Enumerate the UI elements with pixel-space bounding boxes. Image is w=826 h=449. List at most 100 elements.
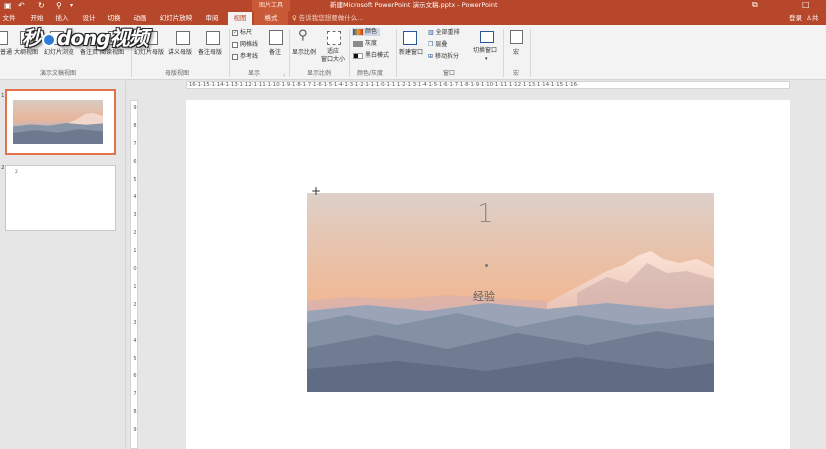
- vertical-ruler[interactable]: 9 8 7 6 5 4 3 2 1 0 1 2 3 4 5 6 7 8 9: [130, 100, 138, 449]
- fit-to-window-label: 窗口大小: [321, 56, 346, 63]
- vertical-ruler-tick: 4: [133, 337, 137, 344]
- notes-master-button[interactable]: 备注母版: [198, 49, 222, 57]
- macros-button[interactable]: 宏: [513, 49, 519, 57]
- move-cursor-icon: +: [311, 184, 322, 198]
- fit-to-window-button[interactable]: 适应: [327, 48, 339, 56]
- master-views-group-label: 母版视图: [165, 70, 190, 77]
- guides-checkbox[interactable]: 参考线: [232, 53, 258, 61]
- vertical-ruler-tick: 7: [133, 140, 137, 147]
- share-label: 共: [811, 14, 819, 22]
- ruler-label: 标尺: [240, 29, 253, 36]
- normal-view-button[interactable]: 普通: [0, 49, 12, 57]
- arrange-all-label: 全部重排: [435, 29, 460, 36]
- normal-view-icon[interactable]: [0, 31, 8, 45]
- arrange-all-button[interactable]: ▥ 全部重排: [428, 29, 460, 37]
- ribbon-display-options-icon[interactable]: ⧉: [752, 0, 758, 10]
- tell-me-box[interactable]: ♀ 告诉我您想要做什么...: [292, 11, 363, 25]
- arrange-all-icon: ▥: [428, 29, 434, 36]
- save-icon[interactable]: ▣: [4, 1, 12, 10]
- gridlines-checkbox[interactable]: 网格线: [232, 41, 258, 49]
- slide-thumbnails-panel[interactable]: 1 2 2: [0, 81, 126, 449]
- bw-swatch-icon: [353, 52, 363, 59]
- bw-label: 黑白模式: [365, 52, 390, 59]
- notes-icon[interactable]: [269, 30, 283, 45]
- dialog-launcher-icon[interactable]: ⌟: [283, 71, 285, 77]
- vertical-ruler-tick: 1: [133, 248, 137, 255]
- magnifier-icon[interactable]: ⚲: [298, 28, 308, 44]
- new-window-button[interactable]: 新建窗口: [399, 49, 423, 57]
- grayscale-label: 灰度: [365, 40, 378, 47]
- slide-body-text[interactable]: 经验: [473, 288, 495, 304]
- watermark-text-left: 秒: [22, 26, 42, 50]
- horizontal-ruler[interactable]: ·16·1·15·1·14·1·13·1·12·1·11·1·10·1·9·1·…: [186, 81, 790, 89]
- slide-canvas[interactable]: 1 经验: [186, 100, 790, 449]
- ribbon-separator: [503, 29, 504, 77]
- document-title: 新建Microsoft PowerPoint 演示文稿.pptx - Power…: [330, 1, 498, 9]
- move-split-label: 移动拆分: [434, 53, 459, 60]
- title-bar: ▣ ↶ ↻ ⚲ ▾ 图片工具 新建Microsoft PowerPoint 演示…: [0, 0, 826, 11]
- sign-in-link[interactable]: 登录: [789, 11, 802, 25]
- switch-windows-icon[interactable]: [480, 31, 494, 43]
- vertical-ruler-tick: 5: [133, 176, 137, 183]
- checkbox-icon: [232, 53, 238, 60]
- color-group-label: 颜色/灰度: [357, 70, 384, 77]
- vertical-ruler-tick: 0: [133, 266, 137, 273]
- watermark-text-right: 视频: [109, 26, 149, 50]
- fit-to-window-icon[interactable]: [327, 31, 341, 45]
- vertical-ruler-tick: 2: [133, 301, 137, 308]
- tab-review[interactable]: 审阅: [201, 11, 223, 25]
- switch-windows-button[interactable]: 切换窗口: [473, 47, 497, 55]
- vertical-ruler-tick: 6: [133, 373, 137, 380]
- black-white-button[interactable]: 黑白模式: [353, 52, 389, 60]
- vertical-ruler-tick: 8: [133, 409, 137, 416]
- vertical-ruler-tick: 6: [133, 158, 137, 165]
- undo-icon[interactable]: ↶: [18, 1, 25, 10]
- tab-slideshow[interactable]: 幻灯片放映: [155, 11, 197, 25]
- presentation-views-group-label: 演示文稿视图: [40, 70, 77, 77]
- zoom-button[interactable]: 显示比例: [292, 49, 316, 57]
- handout-master-icon[interactable]: [176, 31, 190, 45]
- thumbnail-number: 1: [1, 93, 5, 99]
- ribbon-separator: [396, 29, 397, 77]
- vertical-ruler-tick: 4: [133, 194, 137, 201]
- slide-thumbnail-1[interactable]: [5, 89, 116, 155]
- handout-master-button[interactable]: 讲义母版: [168, 49, 192, 57]
- grayscale-button[interactable]: 灰度: [353, 40, 377, 48]
- share-button[interactable]: ♙共: [806, 11, 818, 25]
- vertical-ruler-tick: 8: [133, 122, 137, 129]
- slide-number-text[interactable]: 1: [477, 199, 494, 229]
- checkbox-icon: [232, 41, 238, 48]
- thumbnail-text: 2: [15, 170, 18, 175]
- maximize-icon[interactable]: □: [802, 0, 810, 10]
- guides-label: 参考线: [240, 53, 259, 60]
- ruler-checkbox[interactable]: ✓ 标尺: [232, 29, 252, 37]
- vertical-ruler-tick: 2: [133, 230, 137, 237]
- tab-file[interactable]: 文件: [0, 11, 18, 25]
- macros-icon[interactable]: [510, 30, 523, 44]
- ribbon-separator: [530, 29, 531, 77]
- color-swatch-icon: [353, 28, 363, 35]
- presenter-icon[interactable]: ⚲: [56, 1, 62, 10]
- macros-group-label: 宏: [513, 70, 520, 77]
- tab-view[interactable]: 视图: [228, 12, 252, 25]
- notes-master-icon[interactable]: [206, 31, 220, 45]
- vertical-ruler-tick: 3: [133, 319, 137, 326]
- video-watermark-logo: 秒 dong视频: [22, 22, 149, 51]
- switch-windows-chevron-icon[interactable]: ▾: [485, 55, 488, 63]
- zoom-group-label: 显示比例: [307, 70, 332, 77]
- mountain-picture[interactable]: [307, 193, 714, 392]
- color-label: 颜色: [365, 28, 378, 35]
- redo-icon[interactable]: ↻: [38, 1, 45, 10]
- slide-thumbnail-2[interactable]: 2: [5, 165, 116, 231]
- new-window-icon[interactable]: [403, 31, 417, 45]
- tab-format[interactable]: 格式: [254, 11, 288, 25]
- gridlines-label: 网格线: [240, 41, 259, 48]
- color-button[interactable]: 颜色: [352, 28, 381, 36]
- watermark-text-mid: dong: [57, 26, 111, 50]
- notes-button[interactable]: 备注: [269, 49, 281, 57]
- customize-qat-icon[interactable]: ▾: [70, 1, 73, 10]
- cascade-button[interactable]: ❐ 层叠: [428, 41, 447, 49]
- show-group-label: 显示: [248, 70, 261, 77]
- move-split-button[interactable]: ⊞ 移动拆分: [428, 53, 459, 61]
- vertical-ruler-tick: 1: [133, 283, 137, 290]
